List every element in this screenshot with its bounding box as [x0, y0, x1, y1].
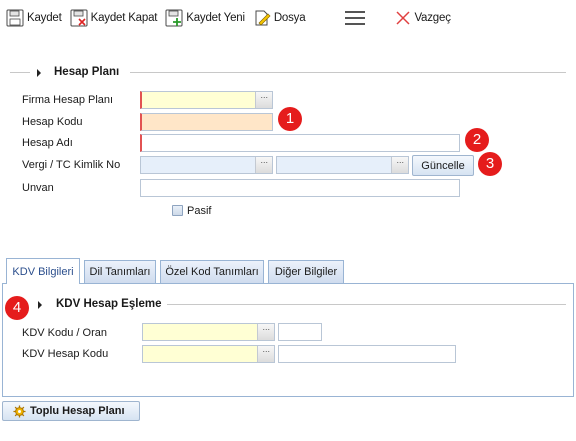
save-label: Kaydet [27, 12, 62, 24]
hesap-kodu-field[interactable] [140, 113, 273, 131]
callout-badge-3: 3 [478, 152, 502, 176]
kdv-oran-field[interactable] [278, 323, 322, 341]
toplu-hesap-plani-button[interactable]: Toplu Hesap Planı [2, 401, 140, 421]
kdv-kodu-label: KDV Kodu / Oran [22, 327, 107, 339]
kdv-hesap-adi-field[interactable] [278, 345, 456, 363]
pasif-label: Pasif [187, 205, 212, 217]
account-section-header[interactable]: Hesap Planı [0, 66, 576, 80]
firma-hesap-plani-field[interactable]: ··· [140, 91, 273, 109]
callout-badge-1: 1 [278, 107, 302, 131]
close-icon [396, 11, 410, 25]
hesap-adi-field[interactable] [140, 134, 460, 152]
vergi-label: Vergi / TC Kimlik No [22, 159, 121, 171]
hesap-adi-label: Hesap Adı [22, 137, 73, 149]
hamburger-menu-icon[interactable] [345, 7, 366, 29]
hesap-kodu-label: Hesap Kodu [22, 116, 83, 128]
lookup-button-vergi-dairesi[interactable]: ··· [255, 157, 272, 173]
account-section-title: Hesap Planı [54, 66, 126, 78]
lookup-button-kdv-kodu[interactable]: ··· [257, 324, 274, 340]
kdv-section-header[interactable]: KDV Hesap Eşleme [0, 298, 576, 312]
gear-icon [13, 404, 26, 418]
tab-dil-tanimlari[interactable]: Dil Tanımları [84, 260, 156, 283]
kdv-kodu-field[interactable]: ··· [142, 323, 275, 341]
save-new-button[interactable]: Kaydet Yeni [163, 5, 247, 31]
floppy-disk-icon [6, 9, 24, 27]
floppy-disk-new-icon [165, 9, 183, 27]
lookup-button-kdv-hesap[interactable]: ··· [257, 346, 274, 362]
firma-hesap-plani-label: Firma Hesap Planı [22, 94, 114, 106]
lookup-button-firma[interactable]: ··· [255, 92, 272, 108]
tab-strip: KDV Bilgileri Dil Tanımları Özel Kod Tan… [2, 258, 574, 284]
save-new-label: Kaydet Yeni [186, 12, 245, 24]
tab-ozel-kod-tanimlari[interactable]: Özel Kod Tanımları [160, 260, 264, 283]
document-pencil-icon [255, 10, 271, 26]
callout-badge-2: 2 [465, 128, 489, 152]
file-label: Dosya [273, 12, 306, 24]
lookup-button-vergi-no[interactable]: ··· [391, 157, 408, 173]
save-close-button[interactable]: Kaydet Kapat [68, 5, 160, 31]
floppy-disk-close-icon [70, 9, 88, 27]
cancel-label: Vazgeç [414, 12, 451, 24]
kdv-hesap-kodu-label: KDV Hesap Kodu [22, 348, 109, 360]
cancel-button[interactable]: Vazgeç [393, 5, 452, 31]
kdv-hesap-kodu-field[interactable]: ··· [142, 345, 275, 363]
unvan-label: Unvan [22, 182, 54, 194]
toplu-hesap-plani-label: Toplu Hesap Planı [30, 405, 125, 417]
expand-arrow-icon [38, 301, 42, 309]
pasif-checkbox[interactable] [172, 205, 183, 216]
file-button[interactable]: Dosya [251, 5, 308, 31]
save-button[interactable]: Kaydet [4, 5, 64, 31]
kdv-section-title: KDV Hesap Eşleme [56, 298, 168, 310]
tab-kdv-bilgileri[interactable]: KDV Bilgileri [6, 258, 80, 284]
save-close-label: Kaydet Kapat [90, 12, 158, 24]
tab-diger-bilgiler[interactable]: Diğer Bilgiler [268, 260, 344, 283]
vergi-no-field[interactable]: ··· [276, 156, 409, 174]
callout-badge-4: 4 [5, 296, 29, 320]
unvan-field[interactable] [140, 179, 460, 197]
vergi-dairesi-field[interactable]: ··· [140, 156, 273, 174]
toolbar: Kaydet Kaydet Kapat Kaydet Yeni Dosya Va… [0, 0, 576, 36]
guncelle-button[interactable]: Güncelle [412, 155, 474, 176]
expand-arrow-icon [37, 69, 41, 77]
